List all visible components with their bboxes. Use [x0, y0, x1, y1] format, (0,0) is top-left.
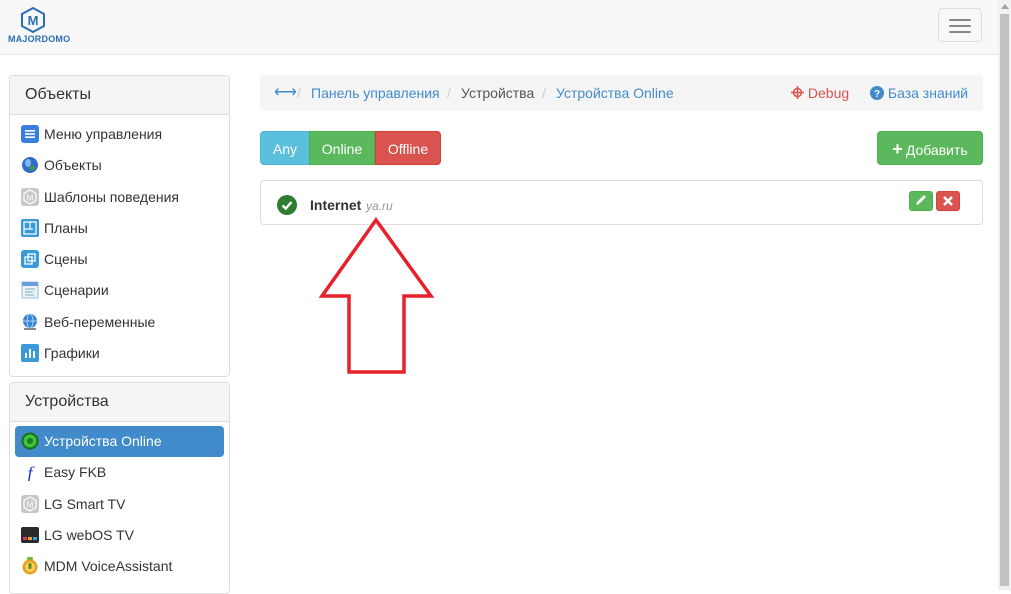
objects-panel-title: Объекты	[10, 76, 229, 115]
svg-text:M: M	[27, 500, 34, 509]
close-icon	[943, 196, 953, 206]
webos-icon	[21, 526, 39, 543]
device-host: ya.ru	[366, 199, 393, 213]
sidebar-item-behavior-templates[interactable]: M Шаблоны поведения	[15, 182, 224, 213]
debug-label: Debug	[807, 85, 850, 101]
delete-button[interactable]	[936, 191, 960, 211]
sidebar-item-label: Графики	[44, 345, 100, 362]
online-check-icon	[277, 195, 297, 215]
sidebar-item-easy-fkb[interactable]: f Easy FKB	[15, 457, 224, 488]
scenes-icon	[21, 250, 39, 269]
knowledge-base-label: База знаний	[887, 85, 969, 101]
sidebar-item-charts[interactable]: Графики	[15, 338, 224, 369]
sidebar-item-label: Меню управления	[44, 126, 163, 142]
sidebar-item-label: Сцены	[44, 251, 88, 268]
top-navbar: M MAJORDOMO	[0, 0, 998, 55]
sidebar-item-label: LG webOS TV	[44, 526, 135, 543]
sidebar-item-label: Планы	[44, 219, 88, 236]
breadcrumb-separator: /	[447, 85, 451, 101]
question-circle-icon: ?	[870, 86, 884, 100]
pencil-icon	[916, 195, 926, 205]
devices-panel: Устройства Устройства Online f Easy FKB …	[9, 382, 230, 594]
hamburger-menu-button[interactable]	[938, 8, 982, 42]
red-arrow-annotation-icon	[318, 216, 435, 374]
breadcrumb-separator: /	[297, 85, 301, 101]
objects-panel: Объекты Меню управления Объекты M Шаблон…	[9, 75, 230, 377]
svg-text:M: M	[28, 13, 39, 28]
scroll-up-icon[interactable]	[1001, 4, 1009, 9]
breadcrumb: ⟷ / Панель управления / Устройства / Уст…	[260, 75, 983, 111]
green-dot-icon	[21, 432, 39, 450]
majordomo-m-icon: M	[21, 494, 39, 513]
plan-icon	[21, 218, 39, 237]
knowledge-base-link[interactable]: ? База знаний	[870, 85, 968, 101]
plus-icon: +	[892, 139, 903, 159]
menu-list-icon	[21, 125, 39, 143]
breadcrumb-separator: /	[542, 85, 546, 101]
sidebar-item-lg-smart-tv[interactable]: M LG Smart TV	[15, 489, 224, 520]
breadcrumb-devices-online[interactable]: Устройства Online	[556, 85, 674, 101]
add-device-button[interactable]: + Добавить	[877, 131, 983, 165]
globe-icon	[22, 157, 38, 174]
sidebar-item-devices-online[interactable]: Устройства Online	[15, 426, 224, 458]
fkb-f-icon: f	[27, 463, 35, 481]
expand-arrows-icon[interactable]: ⟷	[274, 82, 297, 102]
sidebar-item-label: MDM VoiceAssistant	[44, 558, 173, 575]
sidebar-item-plans[interactable]: Планы	[15, 213, 224, 244]
sidebar-item-web-variables[interactable]: Веб-переменные	[15, 307, 224, 338]
sidebar-item-label: Шаблоны поведения	[44, 188, 180, 205]
devices-panel-title: Устройства	[10, 383, 229, 422]
breadcrumb-control-panel[interactable]: Панель управления	[311, 85, 440, 101]
filter-online-button[interactable]: Online	[309, 131, 375, 165]
sidebar-item-scenes[interactable]: Сцены	[15, 244, 224, 275]
edit-button[interactable]	[909, 191, 933, 211]
sidebar-item-lg-webos-tv[interactable]: LG webOS TV	[15, 520, 224, 551]
svg-text:?: ?	[874, 89, 880, 100]
sidebar-item-label: Веб-переменные	[44, 313, 156, 330]
debug-crosshair-icon	[791, 86, 804, 99]
sidebar-item-label: Объекты	[44, 157, 102, 174]
hamburger-line-icon	[949, 25, 971, 27]
sidebar-item-label: Устройства Online	[44, 433, 162, 449]
sidebar-item-mdm-voiceassistant[interactable]: MDM VoiceAssistant	[15, 551, 224, 582]
sidebar-item-control-menu[interactable]: Меню управления	[15, 119, 224, 150]
scrollbar-thumb[interactable]	[1000, 14, 1009, 586]
svg-text:M: M	[27, 193, 34, 202]
majordomo-logo-icon: M	[21, 7, 45, 33]
logo-text: MAJORDOMO	[8, 34, 71, 44]
sidebar-item-scripts[interactable]: Сценарии	[15, 275, 224, 306]
device-title[interactable]: Internet	[310, 197, 361, 213]
hamburger-line-icon	[949, 31, 971, 33]
debug-link[interactable]: Debug	[791, 85, 849, 101]
hamburger-line-icon	[949, 19, 971, 21]
filter-any-button[interactable]: Any	[260, 131, 310, 165]
filter-offline-button[interactable]: Offline	[375, 131, 441, 165]
sidebar-item-label: Easy FKB	[44, 464, 107, 481]
voice-assistant-icon	[22, 557, 38, 575]
breadcrumb-devices: Устройства	[461, 85, 535, 101]
sidebar-item-objects[interactable]: Объекты	[15, 150, 224, 181]
chart-icon	[21, 344, 39, 363]
majordomo-m-icon: M	[21, 187, 39, 206]
majordomo-logo[interactable]: M MAJORDOMO	[8, 7, 71, 49]
sidebar-item-label: LG Smart TV	[44, 495, 126, 512]
scripts-icon	[21, 281, 39, 299]
web-globe-icon	[23, 313, 37, 330]
sidebar-item-label: Сценарии	[44, 282, 109, 299]
add-button-label: Добавить	[905, 142, 968, 158]
vertical-scrollbar[interactable]	[998, 0, 1011, 590]
svg-text:f: f	[27, 463, 35, 481]
